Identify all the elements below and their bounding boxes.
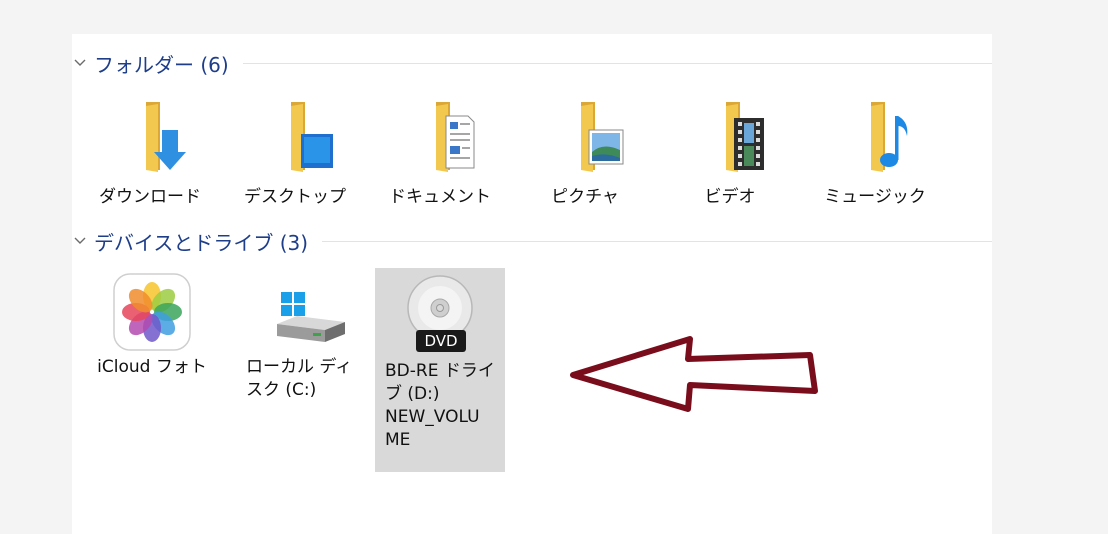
folder-label: ビデオ — [704, 187, 756, 207]
drive-label: BD-RE ドライ ブ (D:) NEW_VOLU ME — [385, 361, 495, 450]
devices-section-header[interactable]: デバイスとドライブ (3) — [72, 224, 992, 258]
drive-item-local-disk-c[interactable]: ローカル ディ スク (C:) — [242, 272, 372, 402]
drive-label: iCloud フォト — [97, 357, 207, 377]
section-divider — [242, 62, 992, 64]
download-folder-icon — [146, 102, 186, 172]
dvd-drive-icon: DVD — [400, 272, 480, 356]
documents-folder-icon — [436, 102, 475, 172]
drive-item-bd-re-d[interactable]: DVD BD-RE ドライ ブ (D:) NEW_VOLU ME — [375, 268, 505, 472]
folder-label: ダウンロード — [99, 187, 201, 207]
section-title: デバイスとドライブ (3) — [94, 230, 309, 255]
folder-item-pictures[interactable]: ピクチャ — [520, 96, 650, 207]
folder-label: デスクトップ — [244, 187, 346, 207]
pictures-folder-icon — [581, 102, 624, 172]
section-divider — [322, 240, 992, 242]
folder-item-videos[interactable]: ビデオ — [665, 96, 795, 207]
folder-item-documents[interactable]: ドキュメント — [375, 96, 505, 207]
annotation-arrow-icon — [570, 336, 818, 412]
icloud-photos-icon — [113, 273, 191, 351]
desktop-folder-icon — [291, 102, 333, 172]
folder-item-desktop[interactable]: デスクトップ — [230, 96, 360, 207]
music-folder-icon — [871, 102, 908, 172]
hard-drive-icon — [277, 292, 345, 342]
folder-label: ミュージック — [824, 187, 926, 207]
chevron-down-icon[interactable] — [72, 55, 88, 71]
folders-section-header[interactable]: フォルダー (6) — [72, 46, 992, 80]
folder-item-downloads[interactable]: ダウンロード — [85, 96, 215, 207]
videos-folder-icon — [726, 102, 764, 172]
folder-item-music[interactable]: ミュージック — [810, 96, 940, 207]
dvd-badge: DVD — [416, 330, 466, 352]
section-title: フォルダー (6) — [94, 52, 229, 77]
drive-item-icloud-photos[interactable]: iCloud フォト — [87, 272, 217, 379]
folder-label: ドキュメント — [389, 187, 491, 207]
folder-label: ピクチャ — [551, 187, 619, 207]
chevron-down-icon[interactable] — [72, 233, 88, 249]
drive-label: ローカル ディ スク (C:) — [246, 357, 353, 400]
